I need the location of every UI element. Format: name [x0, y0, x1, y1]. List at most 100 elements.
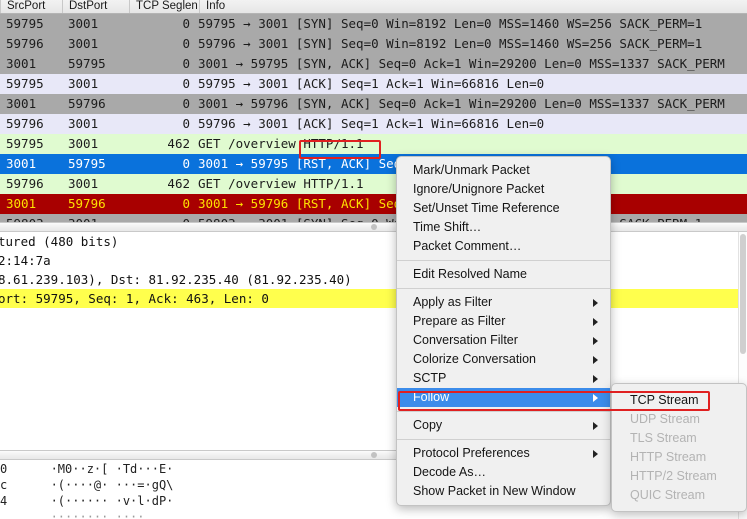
packet-cell-srcport: 59796 — [6, 176, 44, 191]
packet-cell-srcport: 3001 — [6, 156, 37, 171]
chevron-right-icon — [593, 336, 598, 345]
packet-cell-tcpseglen: 0 — [128, 214, 190, 222]
context-menu-item[interactable]: Mark/Unmark Packet — [397, 161, 610, 180]
context-menu-item-label: Edit Resolved Name — [413, 267, 527, 281]
follow-submenu-item: QUIC Stream — [630, 488, 706, 502]
context-menu-item-label: Packet Comment… — [413, 239, 522, 253]
packet-cell-info: 59796 → 3001 [SYN] Seq=0 Win=8192 Len=0 … — [198, 36, 703, 51]
packet-row[interactable]: 30015979603001 → 59796 [RST, ACK] Seq=1 … — [0, 194, 747, 214]
context-menu-item[interactable]: Apply as Filter — [397, 293, 610, 312]
context-menu-item-label: Decode As… — [413, 465, 486, 479]
packet-cell-srcport: 59796 — [6, 36, 44, 51]
context-menu-item[interactable]: Follow — [397, 388, 610, 407]
detail-row-selected[interactable]: ort: 59795, Seq: 1, Ack: 463, Len: 0 — [0, 289, 747, 308]
context-menu-item-label: Prepare as Filter — [413, 314, 506, 328]
packet-cell-dstport: 3001 — [68, 16, 99, 31]
chevron-right-icon — [593, 355, 598, 364]
context-menu-item-label: Apply as Filter — [413, 295, 493, 309]
packet-row[interactable]: 59795 3001 0 59795 → 3001 [SYN] Seq=0 Win=8… — [0, 14, 747, 34]
context-menu-item-label: Show Packet in New Window — [413, 484, 576, 498]
packet-cell-info: 3001 → 59796 [SYN, ACK] Seq=0 Ack=1 Win=… — [198, 96, 725, 111]
wireshark-window: SrcPort DstPort TCP Seglen Info 59795 300… — [0, 0, 747, 519]
menu-separator — [397, 260, 610, 261]
column-header-srcport[interactable]: SrcPort — [0, 0, 62, 13]
packet-cell-dstport: 3001 — [68, 214, 128, 222]
context-menu-item[interactable]: Prepare as Filter — [397, 312, 610, 331]
packet-cell-srcport: 59803 — [6, 214, 62, 222]
packet-rows-container: 59795 3001 0 59795 → 3001 [SYN] Seq=0 Win=8… — [0, 14, 747, 222]
packet-row[interactable]: 30015979503001 → 59795 [RST, ACK] Seq=1 … — [0, 154, 747, 174]
context-menu-item[interactable]: SCTP — [397, 369, 610, 388]
detail-row[interactable]: 8.61.239.103), Dst: 81.92.235.40 (81.92.… — [0, 270, 747, 289]
packet-cell-tcpseglen: 0 — [182, 156, 190, 171]
packet-row[interactable]: 59796 3001 462 GET /overview HTTP/1.1 — [0, 174, 747, 194]
follow-submenu-item: HTTP/2 Stream — [630, 469, 717, 483]
context-menu-item[interactable]: Decode As… — [397, 463, 610, 482]
packet-row[interactable]: 3001 59796 0 3001 → 59796 [SYN, ACK] Seq=0 … — [0, 94, 747, 114]
context-menu-item[interactable]: Set/Unset Time Reference — [397, 199, 610, 218]
packet-list-pane[interactable]: SrcPort DstPort TCP Seglen Info 59795 300… — [0, 0, 747, 222]
packet-cell-tcpseglen: 0 — [182, 36, 190, 51]
chevron-right-icon — [593, 421, 598, 430]
detail-scrollbar-thumb[interactable] — [740, 234, 746, 354]
chevron-right-icon — [593, 298, 598, 307]
packet-cell-tcpseglen: 0 — [182, 96, 190, 111]
context-menu-item[interactable]: Copy — [397, 416, 610, 435]
chevron-right-icon — [593, 393, 598, 402]
packet-list-header[interactable]: SrcPort DstPort TCP Seglen Info — [0, 0, 747, 14]
packet-cell-tcpseglen: 0 — [182, 76, 190, 91]
packet-cell-dstport: 3001 — [68, 176, 99, 191]
packet-cell-tcpseglen: 0 — [182, 56, 190, 71]
context-menu-item[interactable]: Protocol Preferences — [397, 444, 610, 463]
packet-row[interactable]: 59795 3001 0 59795 → 3001 [ACK] Seq=1 Ack=1… — [0, 74, 747, 94]
packet-row[interactable]: 59796 3001 0 59796 → 3001 [ACK] Seq=1 Ack=1… — [0, 114, 747, 134]
splitter-grip-icon — [370, 452, 377, 458]
context-menu-item[interactable]: Time Shift… — [397, 218, 610, 237]
chevron-right-icon — [593, 317, 598, 326]
packet-row[interactable]: 3001 59795 0 3001 → 59795 [SYN, ACK] Seq=0 … — [0, 54, 747, 74]
context-menu-item[interactable]: Edit Resolved Name — [397, 265, 610, 284]
column-header-dstport[interactable]: DstPort — [62, 0, 129, 13]
follow-submenu[interactable]: TCP Stream UDP Stream TLS Stream HTTP Strea… — [611, 383, 747, 512]
menu-separator — [397, 439, 610, 440]
follow-submenu-item[interactable]: TCP Stream — [612, 391, 746, 410]
context-menu-item-label: Conversation Filter — [413, 333, 518, 347]
packet-cell-dstport: 59795 — [68, 156, 106, 171]
packet-cell-tcpseglen: 462 — [167, 136, 190, 151]
packet-row[interactable]: 59796 3001 0 59796 → 3001 [SYN] Seq=0 Win=8… — [0, 34, 747, 54]
follow-submenu-item: TLS Stream — [630, 431, 697, 445]
context-menu-item[interactable]: Conversation Filter — [397, 331, 610, 350]
context-menu-item-label: Time Shift… — [413, 220, 482, 234]
detail-row[interactable]: 2:14:7a — [0, 251, 747, 270]
packet-cell-dstport: 3001 — [68, 116, 99, 131]
packet-cell-tcpseglen: 0 — [182, 16, 190, 31]
packet-cell-srcport: 59795 — [6, 76, 44, 91]
context-menu-item-label: Protocol Preferences — [413, 446, 530, 460]
packet-row[interactable]: 59795 3001 462 GET /overview HTTP/1.1 — [0, 134, 747, 154]
packet-context-menu[interactable]: Mark/Unmark Packet Ignore/Unignore Packet… — [396, 156, 611, 506]
follow-submenu-item: UDP Stream — [630, 412, 700, 426]
context-menu-item[interactable]: Colorize Conversation — [397, 350, 610, 369]
packet-cell-dstport: 3001 — [68, 76, 99, 91]
context-menu-item-label: Set/Unset Time Reference — [413, 201, 560, 215]
pane-splitter-upper[interactable] — [0, 222, 747, 232]
menu-separator — [397, 288, 610, 289]
packet-cell-srcport: 59795 — [6, 136, 44, 151]
context-menu-item[interactable]: Ignore/Unignore Packet — [397, 180, 610, 199]
packet-cell-srcport: 3001 — [6, 96, 37, 111]
packet-row[interactable]: 598033001059803 → 3001 [SYN] Seq=0 Win=8… — [0, 214, 747, 222]
column-header-tcpseglen[interactable]: TCP Seglen — [129, 0, 199, 13]
detail-row[interactable]: tured (480 bits) — [0, 232, 747, 251]
context-menu-item-label: SCTP — [413, 371, 447, 385]
context-menu-item-label: Ignore/Unignore Packet — [413, 182, 545, 196]
context-menu-item[interactable]: Packet Comment… — [397, 237, 610, 256]
packet-cell-info: 59795 → 3001 [SYN] Seq=0 Win=8192 Len=0 … — [198, 16, 703, 31]
context-menu-item[interactable]: Show Packet in New Window — [397, 482, 610, 501]
packet-cell-dstport: 59795 — [68, 56, 106, 71]
packet-cell-info: 59795 → 3001 [ACK] Seq=1 Ack=1 Win=66816… — [198, 76, 545, 91]
column-header-info[interactable]: Info — [199, 0, 747, 13]
packet-cell-srcport: 59796 — [6, 116, 44, 131]
splitter-grip-icon — [370, 224, 377, 230]
chevron-right-icon — [593, 374, 598, 383]
packet-cell-tcpseglen: 0 — [182, 116, 190, 131]
